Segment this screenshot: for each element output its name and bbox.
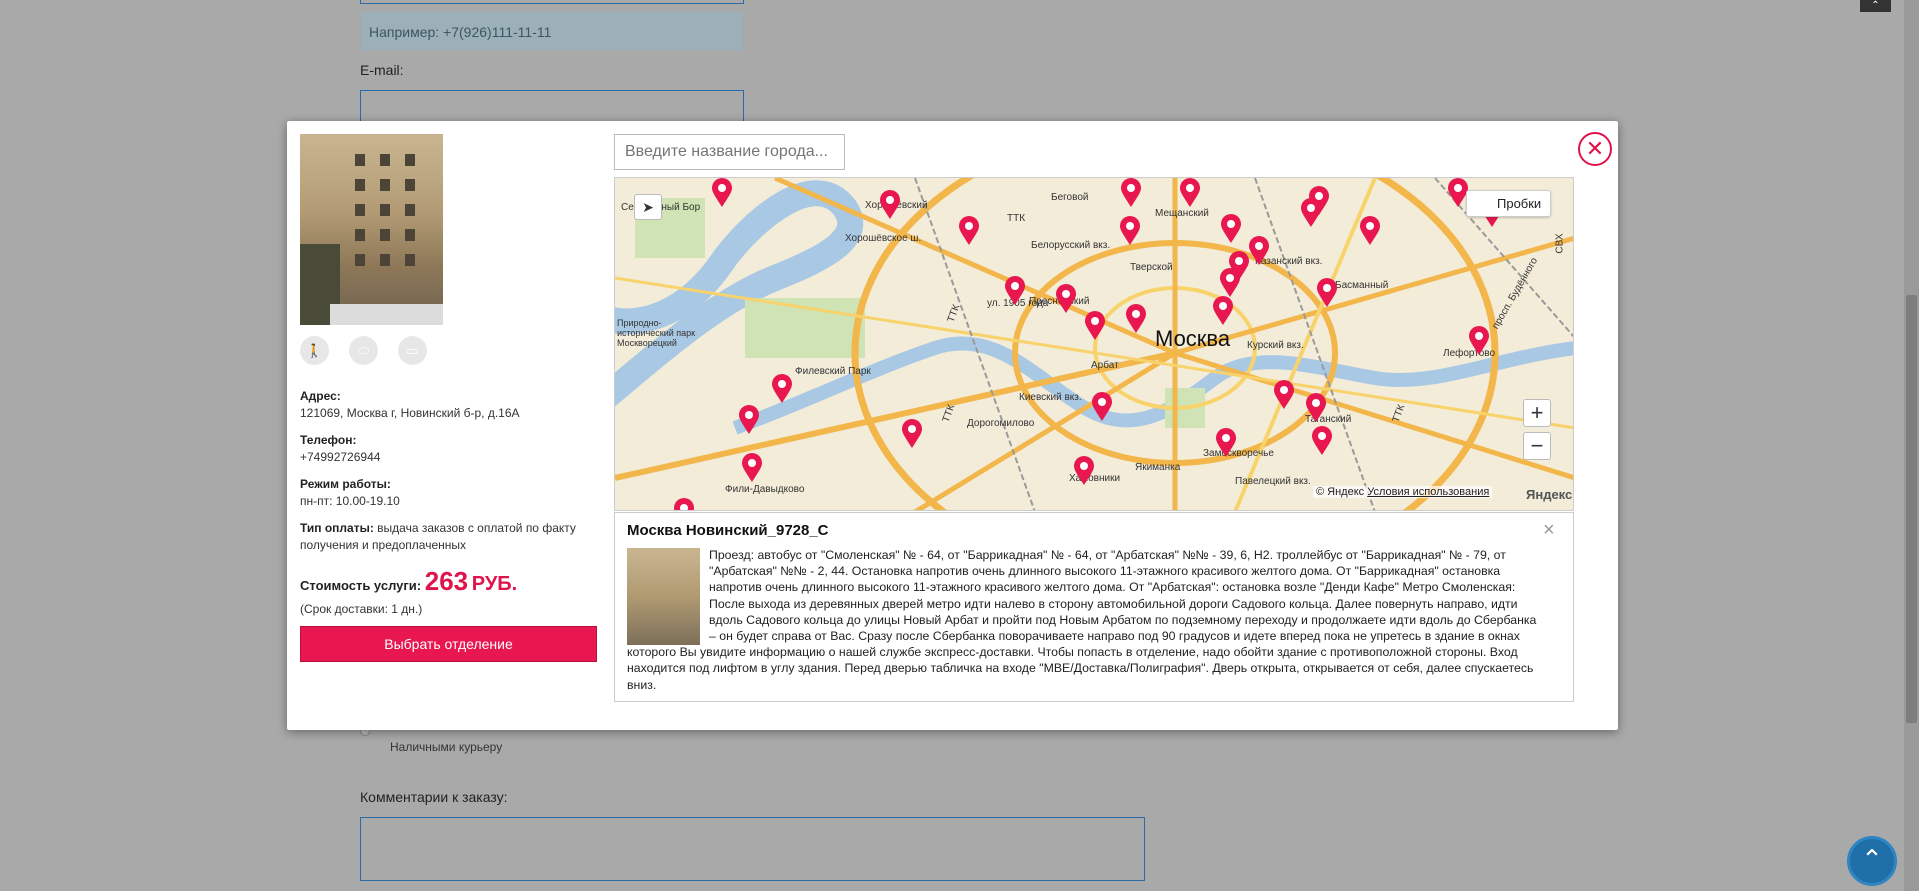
- close-icon[interactable]: ✕: [1578, 132, 1612, 166]
- credit-card-icon: ▭: [398, 336, 427, 365]
- pickup-pin-icon[interactable]: [1055, 284, 1077, 314]
- map-view[interactable]: Серебряный Бор Хорошёвский Хорошёвское ш…: [614, 177, 1574, 511]
- pickup-pin-icon[interactable]: [1220, 214, 1242, 244]
- phone-value: +74992726944: [300, 450, 381, 464]
- email-label: E-mail:: [360, 62, 404, 78]
- address-block: Адрес: 121069, Москва г, Новинский б-р, …: [300, 388, 600, 422]
- pickup-pin-icon[interactable]: [1305, 393, 1327, 423]
- map-label: Курский вкз.: [1247, 340, 1304, 351]
- pickup-pin-icon[interactable]: [1119, 216, 1141, 246]
- map-label: Фили-Давыдково: [725, 484, 805, 495]
- pickup-pin-icon[interactable]: [1273, 380, 1295, 410]
- pickup-pin-icon[interactable]: [771, 374, 793, 404]
- map-label: Киевский вкз.: [1019, 392, 1082, 403]
- zoom-in-button[interactable]: +: [1523, 399, 1551, 427]
- map-label: СВХ: [1554, 233, 1566, 254]
- hours-value: пн-пт: 10.00-19.10: [300, 494, 400, 508]
- pickup-pin-icon[interactable]: [1125, 304, 1147, 334]
- pickup-pin-icon[interactable]: [901, 419, 923, 449]
- map-label: Белорусский вкз.: [1031, 240, 1111, 251]
- pickup-pin-icon[interactable]: [1219, 268, 1241, 298]
- copyright-text: © Яндекс: [1316, 486, 1365, 498]
- comment-label: Комментарии к заказу:: [360, 789, 508, 805]
- office-directions: Проезд: автобус от "Смоленская" № - 64, …: [627, 547, 1541, 693]
- pickup-pin-icon[interactable]: [1084, 311, 1106, 341]
- map-label: ТТК: [1007, 213, 1026, 224]
- courier-payment-label: Наличными курьеру: [390, 740, 503, 754]
- map-label: Павелецкий вкз.: [1235, 476, 1311, 487]
- phone-block: Телефон: +74992726944: [300, 432, 600, 466]
- phone-label: Телефон:: [300, 433, 357, 447]
- pickup-pin-icon[interactable]: [1073, 456, 1095, 486]
- pickup-pin-icon[interactable]: [1311, 426, 1333, 456]
- map-label: Филевский Парк: [795, 366, 871, 377]
- map-label: Беговой: [1051, 192, 1089, 203]
- map-label: Якиманка: [1135, 462, 1181, 473]
- pickup-pin-icon[interactable]: [673, 498, 695, 511]
- email-field[interactable]: [360, 90, 744, 124]
- payment-label: Тип оплаты:: [300, 521, 374, 535]
- map-label: Замоскворечье: [1203, 448, 1274, 459]
- terms-link[interactable]: Условия использования: [1367, 486, 1489, 498]
- map-copyright: © Яндекс Условия использования: [1313, 486, 1493, 498]
- zoom-out-button[interactable]: −: [1523, 432, 1551, 460]
- cost-label: Стоимость услуги:: [300, 578, 422, 593]
- comment-textarea[interactable]: [360, 817, 1145, 881]
- cost-value: 263: [424, 566, 469, 596]
- map-label: Мещанский: [1155, 208, 1209, 219]
- office-photo: [300, 134, 443, 325]
- delivery-term: (Срок доставки: 1 дн.): [300, 602, 423, 616]
- pickup-pin-icon[interactable]: [711, 178, 733, 208]
- city-search-input[interactable]: [614, 134, 845, 170]
- pickup-pin-icon[interactable]: [738, 405, 760, 435]
- map-label: Тверской: [1130, 262, 1173, 273]
- address-value: 121069, Москва г, Новинский б-р, д.16А: [300, 406, 520, 420]
- walking-person-icon: 🚶: [300, 336, 329, 365]
- map-city-label: Москва: [1155, 326, 1231, 351]
- pickup-pin-icon[interactable]: [1091, 392, 1113, 422]
- address-label: Адрес:: [300, 389, 341, 403]
- office-title: Москва Новинский_9728_С: [627, 522, 829, 539]
- map-label: Басманный: [1335, 280, 1389, 291]
- directions-text: Проезд: автобус от "Смоленская" № - 64, …: [627, 548, 1537, 692]
- pickup-pin-icon[interactable]: [1212, 296, 1234, 326]
- tag-icon: ⬭: [349, 336, 378, 365]
- cost-currency: РУБ.: [471, 573, 518, 595]
- hours-label: Режим работы:: [300, 477, 391, 491]
- detail-close-icon[interactable]: ×: [1543, 519, 1555, 542]
- pickup-pin-icon[interactable]: [1004, 276, 1026, 306]
- phone-field-top-edge: [360, 0, 744, 4]
- pickup-pin-icon[interactable]: [1359, 216, 1381, 246]
- yandex-logo: Яндекс: [1526, 487, 1573, 502]
- map-label: Природно-исторический парк Москворецкий: [617, 318, 696, 348]
- pickup-pin-icon[interactable]: [879, 190, 901, 220]
- pickup-pin-icon[interactable]: [1179, 178, 1201, 208]
- pickup-pin-icon[interactable]: [958, 216, 980, 246]
- scrollbar-thumb[interactable]: [1906, 295, 1917, 723]
- phone-field[interactable]: Например: +7(926)111-11-11: [360, 11, 744, 51]
- scroll-up-icon[interactable]: ⌃: [1860, 0, 1891, 12]
- cost-line: Стоимость услуги: 263 РУБ.: [300, 566, 517, 597]
- pickup-pin-icon[interactable]: [1248, 236, 1270, 266]
- map-label: Дорогомилово: [967, 418, 1035, 429]
- feature-icons: 🚶 ⬭ ▭: [300, 336, 427, 365]
- pickup-pin-icon[interactable]: [1215, 428, 1237, 458]
- choose-office-button[interactable]: Выбрать отделение: [300, 626, 597, 662]
- back-to-top-button[interactable]: ⌃: [1847, 836, 1897, 886]
- map-label: Арбат: [1091, 360, 1119, 371]
- pickup-pin-icon[interactable]: [741, 453, 763, 483]
- traffic-button[interactable]: Пробки: [1466, 190, 1551, 217]
- hours-block: Режим работы: пн-пт: 10.00-19.10: [300, 476, 600, 510]
- pickup-pin-icon[interactable]: [1316, 278, 1338, 308]
- pickup-pin-icon[interactable]: [1468, 326, 1490, 356]
- map-label: Хорошёвское ш.: [845, 233, 922, 244]
- pickup-pin-icon[interactable]: [1120, 178, 1142, 208]
- geolocation-icon[interactable]: ➤: [634, 194, 662, 220]
- payment-block: Тип оплаты: выдача заказов с оплатой по …: [300, 520, 590, 554]
- pickup-pin-icon[interactable]: [1300, 198, 1322, 228]
